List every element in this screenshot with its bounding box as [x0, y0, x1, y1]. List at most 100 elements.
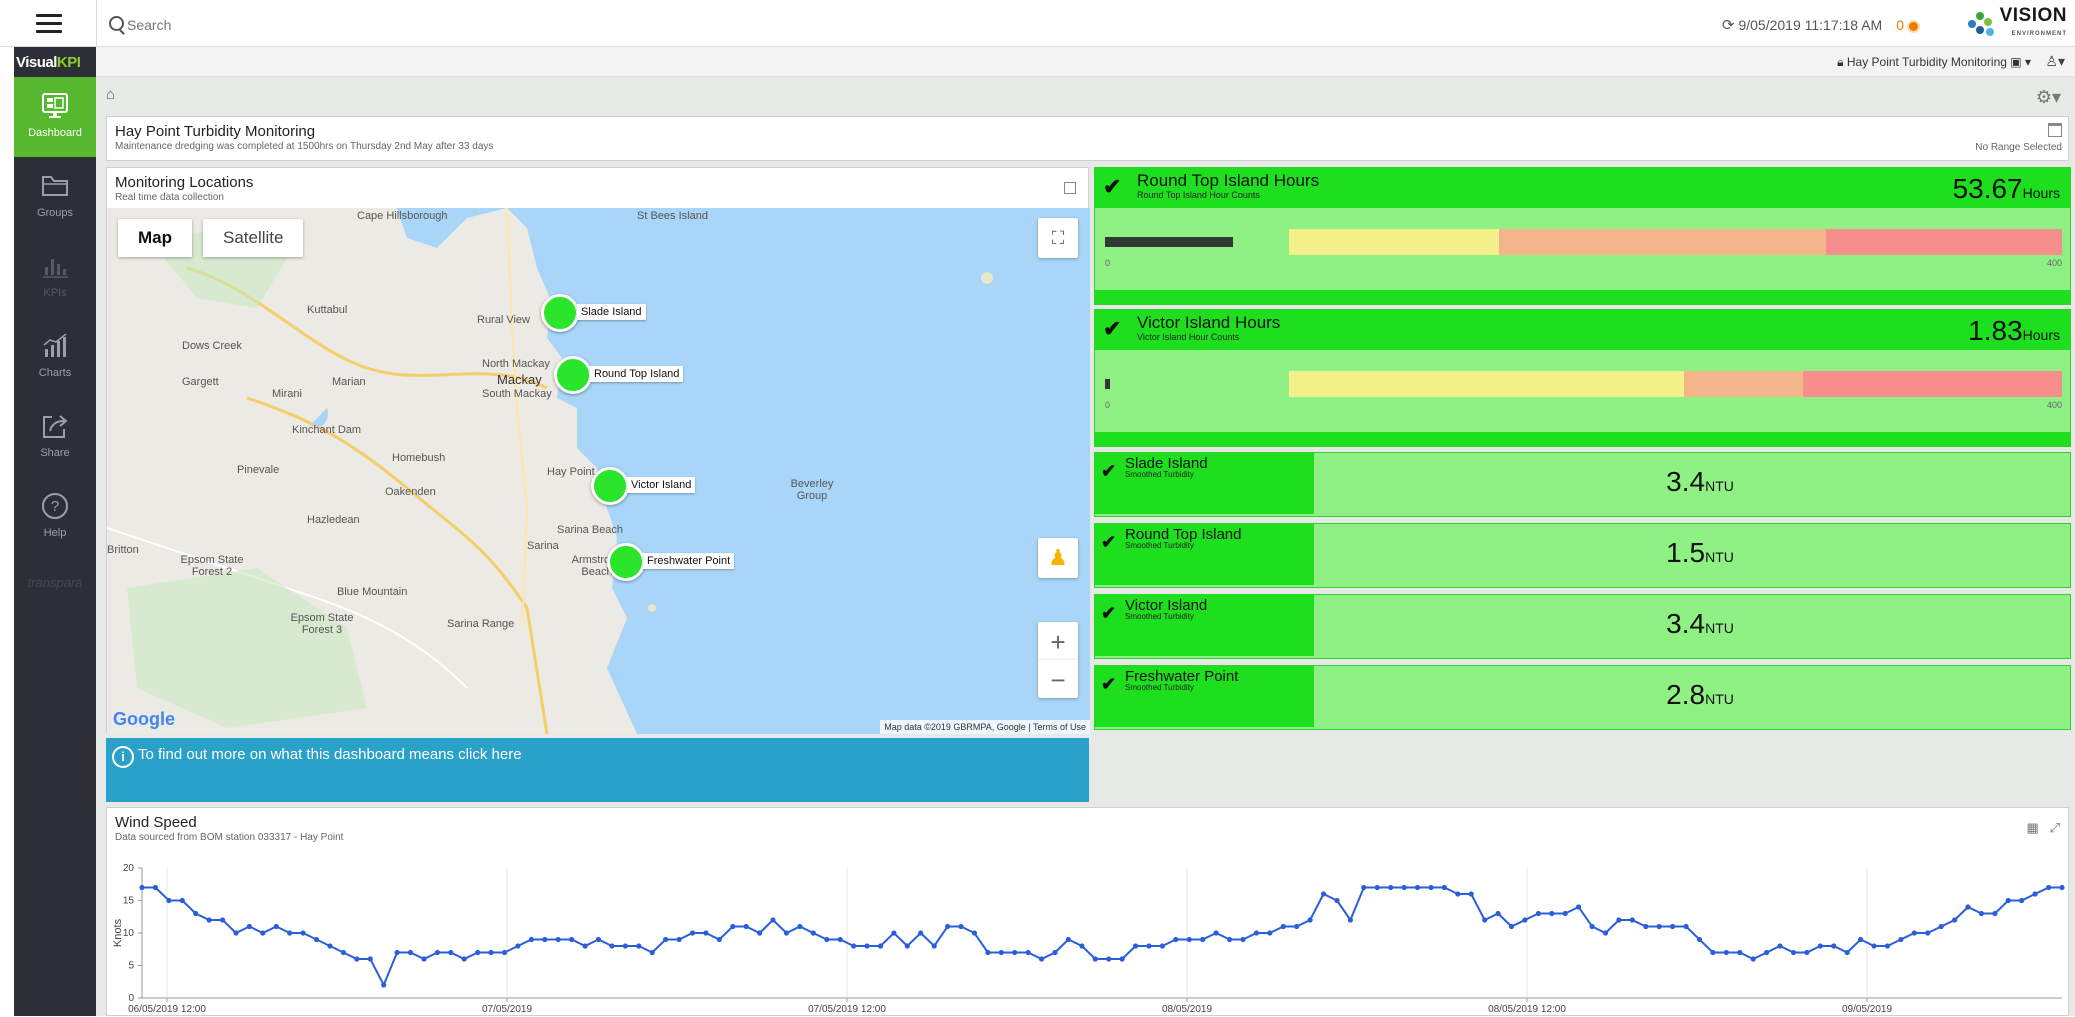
data-point: [918, 930, 924, 936]
data-point: [985, 949, 991, 956]
fullscreen-icon[interactable]: ⛶: [1038, 218, 1078, 258]
alarm-count[interactable]: 0: [1896, 17, 1904, 33]
data-point: [1468, 891, 1474, 897]
data-point: [1320, 891, 1327, 897]
data-point: [810, 930, 816, 936]
data-point: [542, 936, 548, 943]
kpi-card[interactable]: ✔ Slade Island Smoothed Turbidity 3.4NTU: [1094, 452, 2071, 517]
kpi-subtitle: Victor Island Hour Counts: [1137, 332, 1240, 342]
dashboard-bar: 🔒︎ Hay Point Turbidity Monitoring ▣ ▾ ♙▾: [96, 47, 2075, 77]
map-label: Sarina: [527, 540, 559, 552]
data-point: [1898, 936, 1904, 943]
map[interactable]: Map Satellite ⛶ ♟ + − Cape Hillsborough …: [107, 208, 1090, 734]
data-point: [461, 956, 467, 962]
data-point: [569, 936, 575, 943]
sidebar-item-groups[interactable]: Groups: [14, 157, 96, 237]
data-point: [1052, 949, 1058, 956]
data-point: [434, 949, 440, 956]
data-point: [1871, 943, 1877, 949]
data-point: [945, 923, 951, 930]
chart-settings-icon[interactable]: ▦: [2026, 820, 2038, 835]
map-label: South Mackay: [482, 388, 552, 400]
info-banner[interactable]: i To find out more on what this dashboar…: [106, 738, 1089, 802]
map-type-map-button[interactable]: Map: [118, 219, 192, 257]
data-point: [1482, 917, 1488, 923]
map-label: Sarina Range: [447, 618, 515, 630]
kpi-card[interactable]: ✔ Freshwater Point Smoothed Turbidity 2.…: [1094, 665, 2071, 730]
data-point: [609, 943, 615, 949]
scale-max-label: 400: [2046, 258, 2062, 268]
kpi-card[interactable]: ✔ Victor Island Smoothed Turbidity 3.4NT…: [1094, 594, 2071, 659]
data-point: [595, 936, 602, 943]
sidebar-item-help[interactable]: ? Help: [14, 477, 96, 557]
sidebar-item-dashboard[interactable]: Dashboard: [14, 77, 96, 157]
home-icon[interactable]: ⌂: [106, 86, 115, 103]
data-point: [797, 923, 803, 930]
data-point: [166, 897, 172, 904]
dashboard-selector-label: Hay Point Turbidity Monitoring: [1846, 55, 2007, 69]
sidebar-item-share[interactable]: Share: [14, 397, 96, 477]
zoom-in-button[interactable]: +: [1038, 622, 1078, 660]
map-label: Mirani: [272, 388, 302, 400]
check-icon: ✔: [1101, 461, 1117, 481]
kpi-value-unit: NTU: [1705, 620, 1734, 636]
check-icon: ✔: [1103, 316, 1122, 341]
gear-icon[interactable]: ⚙▾: [2036, 87, 2061, 108]
logo-text-accent: KPI: [56, 54, 81, 71]
kpi-subtitle: Smoothed Turbidity: [1125, 541, 1194, 550]
data-point: [1710, 949, 1716, 956]
logo-mark-icon: [1967, 12, 1996, 38]
search-box[interactable]: [96, 0, 696, 47]
user-menu[interactable]: ♙▾: [2045, 53, 2065, 70]
map-marker-label: Victor Island: [627, 477, 696, 493]
data-point: [1790, 949, 1797, 956]
data-point: [220, 917, 226, 923]
map-marker-freshwater-point[interactable]: [607, 543, 645, 581]
page-title: Hay Point Turbidity Monitoring: [115, 123, 316, 140]
map-type-satellite-button[interactable]: Satellite: [203, 219, 304, 257]
data-point: [971, 930, 978, 936]
map-label: Pinevale: [237, 464, 280, 476]
data-point: [891, 930, 897, 936]
calendar-icon[interactable]: [2048, 123, 2062, 137]
street-view-pegman-icon[interactable]: ♟: [1038, 538, 1078, 578]
data-point: [582, 943, 588, 949]
map-label: Hazledean: [307, 514, 360, 526]
data-point: [1656, 923, 1662, 930]
sidebar-item-charts[interactable]: Charts: [14, 317, 96, 397]
data-point: [1804, 949, 1810, 956]
y-tick-label: 20: [123, 863, 135, 874]
kpi-card[interactable]: ✔ Victor Island Hours Victor Island Hour…: [1094, 309, 2071, 447]
data-point: [1025, 949, 1031, 956]
data-point: [475, 949, 481, 956]
kpi-card[interactable]: ✔ Round Top Island Hours Round Top Islan…: [1094, 167, 2071, 305]
map-marker-slade-island[interactable]: [541, 294, 579, 332]
map-marker-label: Round Top Island: [590, 366, 684, 382]
map-label: Mackay: [497, 372, 542, 387]
refresh-icon[interactable]: ⟳: [1722, 16, 1735, 34]
kpi-subtitle: Smoothed Turbidity: [1125, 683, 1194, 692]
data-point: [1992, 910, 1998, 917]
zoom-out-button[interactable]: −: [1038, 660, 1078, 698]
alarm-icon[interactable]: [1907, 19, 1920, 33]
user-icon: ♙: [2045, 53, 2058, 69]
data-point: [1777, 943, 1783, 949]
data-point: [1522, 917, 1528, 923]
hamburger-menu-icon[interactable]: [36, 14, 62, 34]
expand-icon[interactable]: [1064, 182, 1076, 194]
kpi-value: 3.4NTU: [1314, 466, 2075, 498]
info-banner-text: To find out more on what this dashboard …: [138, 746, 522, 763]
search-input[interactable]: [125, 12, 529, 38]
data-point: [1173, 936, 1179, 943]
map-marker-victor-island[interactable]: [591, 467, 629, 505]
data-point: [1616, 917, 1622, 923]
sidebar-item-kpis[interactable]: KPIs: [14, 237, 96, 317]
dashboard-selector[interactable]: 🔒︎ Hay Point Turbidity Monitoring ▣ ▾: [1837, 55, 2031, 70]
kpi-value-unit: Hours: [2022, 327, 2060, 343]
map-marker-round-top-island[interactable]: [554, 356, 592, 394]
expand-icon[interactable]: ⤢: [2050, 820, 2060, 835]
data-point: [730, 923, 736, 930]
terms-link[interactable]: Terms of Use: [1033, 722, 1086, 732]
kpi-subtitle: Smoothed Turbidity: [1125, 470, 1194, 479]
kpi-card[interactable]: ✔ Round Top Island Smoothed Turbidity 1.…: [1094, 523, 2071, 588]
